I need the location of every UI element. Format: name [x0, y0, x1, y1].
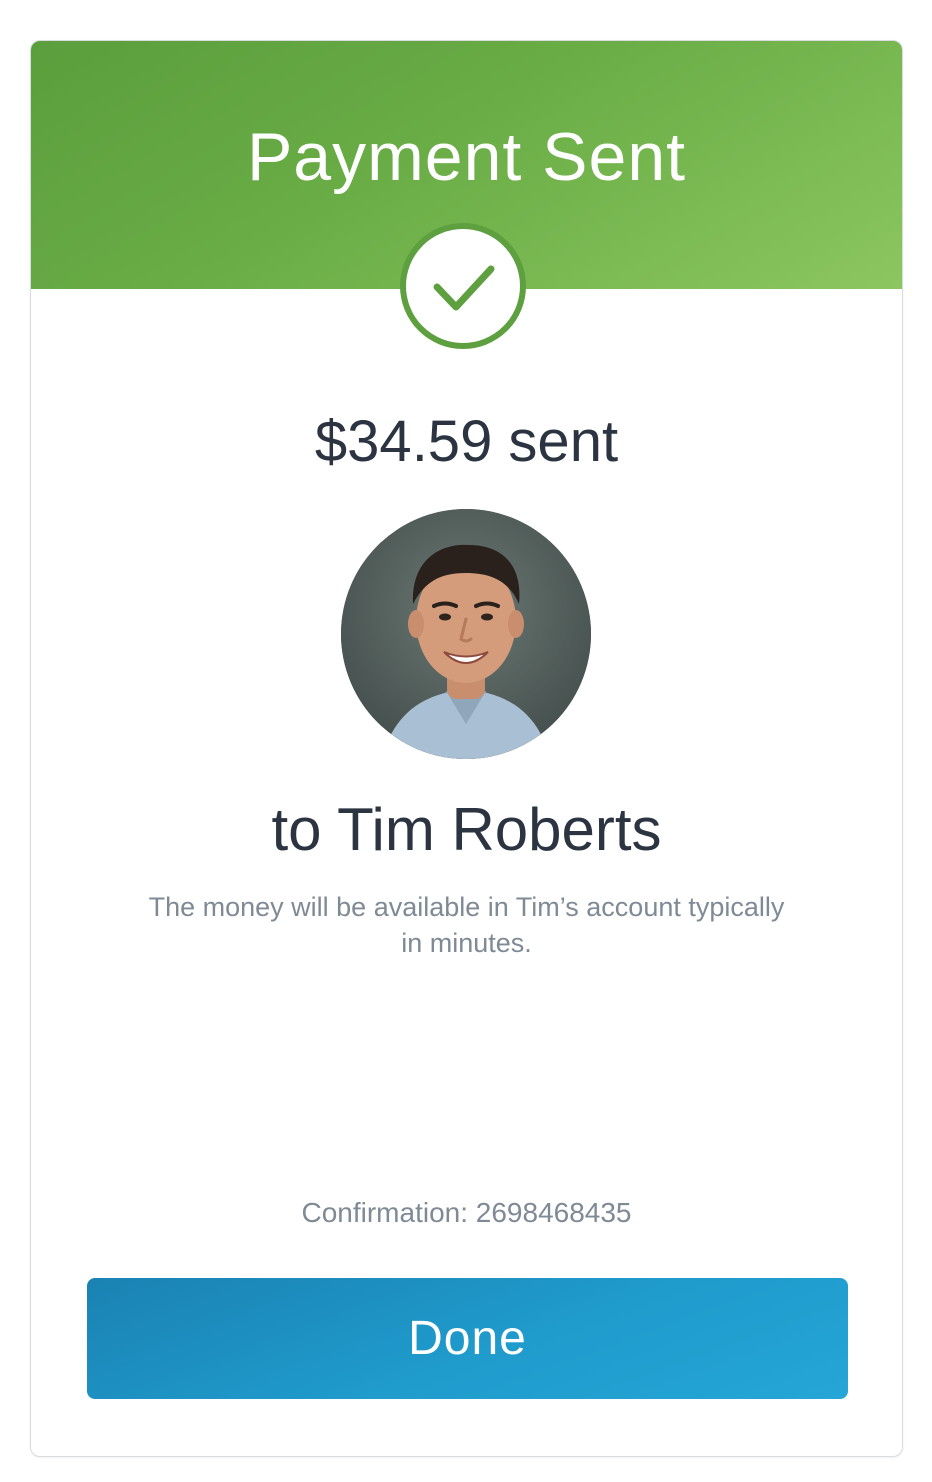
payment-confirmation-card: Payment Sent $34.59 sent to Tim Roberts … — [30, 40, 903, 1457]
checkmark-icon — [400, 223, 526, 349]
confirmation-number: Confirmation: 2698468435 — [301, 1197, 632, 1228]
done-button[interactable]: Done — [87, 1278, 848, 1399]
amount-sent: $34.59 sent — [314, 409, 619, 474]
availability-message: The money will be available in Tim’s acc… — [148, 892, 785, 958]
page-title: Payment Sent — [246, 119, 687, 195]
recipient-name: to Tim Roberts — [271, 796, 662, 863]
avatar — [341, 509, 591, 759]
